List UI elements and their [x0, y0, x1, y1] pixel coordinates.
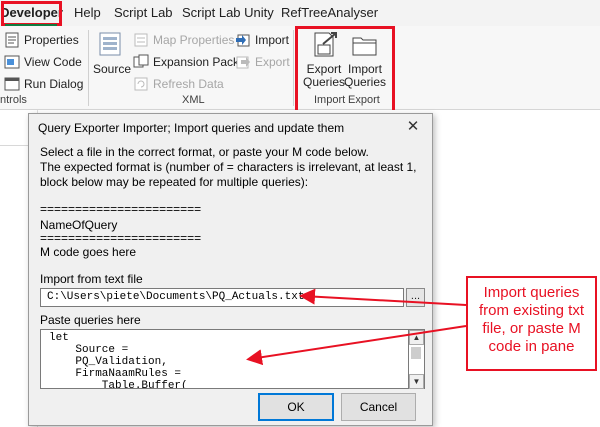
format-separator: ======================= — [40, 202, 202, 216]
map-properties-label: Map Properties — [153, 33, 235, 47]
callout-line: from existing txt — [478, 302, 585, 319]
annotation-callout: Import queries from existing txt file, o… — [466, 276, 597, 371]
code-line: PQ_Validation, — [49, 356, 168, 368]
map-properties-button[interactable]: Map Properties — [133, 32, 234, 48]
scroll-down-icon[interactable]: ▼ — [409, 374, 424, 389]
view-code-icon — [4, 55, 20, 69]
close-icon[interactable]: ✕ — [404, 117, 422, 135]
callout-line: code in pane — [488, 338, 575, 355]
format-separator: ======================= — [40, 231, 202, 245]
tab-help[interactable]: Help — [70, 0, 105, 26]
code-line: let — [49, 332, 69, 344]
expansion-packs-button[interactable]: Expansion Packs — [133, 54, 245, 70]
properties-button[interactable]: Properties — [4, 32, 79, 48]
ok-button[interactable]: OK — [258, 393, 334, 421]
callout-line: Import queries — [483, 284, 580, 301]
group-separator — [88, 30, 89, 106]
browse-button[interactable]: ... — [406, 288, 425, 307]
query-importer-dialog: Query Exporter Importer; Import queries … — [28, 113, 433, 426]
scroll-up-icon[interactable]: ▲ — [409, 330, 424, 345]
controls-group-label: ntrols — [0, 94, 27, 106]
properties-label: Properties — [24, 33, 79, 47]
tab-reftreeanalyser[interactable]: RefTreeAnalyser — [277, 0, 382, 26]
instruction-line: Select a file in the correct format, or … — [40, 145, 369, 159]
source-icon — [99, 32, 121, 56]
cancel-button[interactable]: Cancel — [341, 393, 416, 421]
xml-export-button[interactable]: Export — [235, 54, 290, 70]
developer-highlight-box — [1, 1, 62, 26]
code-line: Source = — [49, 344, 129, 356]
source-label: Source — [93, 62, 132, 76]
properties-icon — [5, 32, 19, 48]
expansion-packs-label: Expansion Packs — [153, 55, 246, 69]
group-separator — [293, 30, 294, 106]
code-line: FirmaNaamRules = — [49, 368, 182, 380]
scroll-thumb[interactable] — [411, 347, 421, 359]
callout-line: file, or paste M — [482, 320, 581, 337]
refresh-data-button[interactable]: Refresh Data — [133, 76, 224, 92]
refresh-data-label: Refresh Data — [153, 77, 224, 91]
tab-script-lab-unity[interactable]: Script Lab Unity — [178, 0, 278, 26]
tab-script-lab[interactable]: Script Lab — [110, 0, 177, 26]
export-icon — [236, 56, 250, 69]
import-icon — [236, 34, 250, 47]
source-button[interactable]: Source — [93, 30, 132, 76]
dialog-title: Query Exporter Importer; Import queries … — [38, 121, 345, 135]
code-line: Table.Buffer( — [49, 380, 188, 389]
xml-import-label: Import — [255, 33, 290, 47]
run-dialog-button[interactable]: Run Dialog — [4, 76, 83, 92]
paste-queries-textarea[interactable]: let Source = PQ_Validation, FirmaNaamRul… — [40, 329, 409, 389]
format-code-line: M code goes here — [40, 245, 137, 259]
map-properties-icon — [134, 33, 148, 47]
xml-group-label: XML — [182, 94, 205, 106]
xml-export-label: Export — [255, 55, 290, 69]
xml-import-button[interactable]: Import — [235, 32, 289, 48]
file-path-input[interactable]: C:\Users\piete\Documents\PQ_Actuals.txt — [40, 288, 404, 307]
run-dialog-icon — [4, 77, 20, 91]
instruction-line: The expected format is (number of = char… — [40, 160, 417, 174]
refresh-data-icon — [134, 77, 148, 91]
run-dialog-label: Run Dialog — [24, 77, 84, 91]
view-code-label: View Code — [24, 55, 82, 69]
paste-queries-label: Paste queries here — [40, 313, 141, 327]
view-code-button[interactable]: View Code — [4, 54, 82, 70]
import-export-highlight-box — [295, 26, 395, 114]
expansion-packs-icon — [133, 54, 149, 68]
textarea-scrollbar[interactable]: ▲ ▼ — [409, 329, 425, 389]
ribbon-tab-bar: Developer Help Script Lab Script Lab Uni… — [0, 0, 600, 27]
instruction-line: block below may be repeated for multiple… — [40, 175, 309, 189]
import-file-label: Import from text file — [40, 272, 143, 286]
